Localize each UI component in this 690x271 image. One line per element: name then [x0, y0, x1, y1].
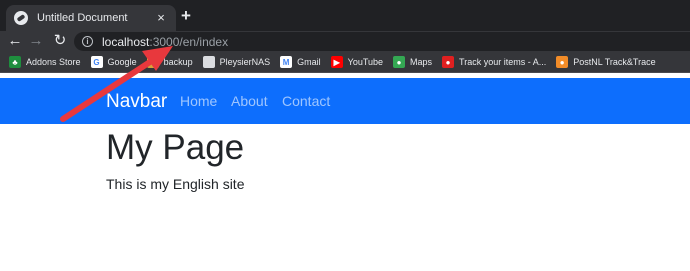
bookmark-label: Gmail: [297, 57, 321, 67]
tab-title: Untitled Document: [37, 12, 128, 24]
nav-link-about[interactable]: About: [231, 93, 268, 109]
puzzle-icon: ♣: [9, 56, 21, 68]
bookmark-label: PostNL Track&Trace: [573, 57, 656, 67]
bookmark-label: Track your items - A...: [459, 57, 547, 67]
page-text: This is my English site: [106, 176, 245, 192]
bookmark-item[interactable]: backup: [146, 56, 193, 68]
bookmark-item[interactable]: ● PostNL Track&Trace: [556, 56, 656, 68]
page-title: My Page: [106, 128, 245, 167]
url-text[interactable]: localhost:3000/en/index: [102, 35, 228, 49]
nav-link-contact[interactable]: Contact: [282, 93, 330, 109]
nav-link-home[interactable]: Home: [180, 93, 217, 109]
bookmark-label: PleysierNAS: [219, 57, 271, 67]
back-button[interactable]: ←: [6, 32, 24, 50]
google-icon: G: [90, 56, 103, 68]
maps-icon: ●: [393, 56, 406, 68]
bookmark-item[interactable]: G Google: [90, 56, 137, 68]
navbar-brand[interactable]: Navbar: [106, 91, 167, 113]
close-icon[interactable]: ×: [154, 11, 168, 25]
bookmark-label: Addons Store: [26, 57, 81, 67]
tab-strip: Untitled Document × +: [0, 0, 690, 31]
reload-button[interactable]: ↻: [51, 32, 69, 50]
nas-icon: [202, 56, 215, 68]
youtube-icon: ▶: [330, 56, 343, 68]
browser-tab[interactable]: Untitled Document ×: [6, 5, 176, 31]
url-path: :3000/en/index: [149, 34, 229, 49]
track-icon: ●: [442, 56, 455, 68]
browser-toolbar: ← → ↻ i localhost:3000/en/index: [0, 31, 690, 52]
bookmark-label: backup: [163, 57, 193, 67]
info-icon[interactable]: i: [82, 36, 93, 47]
globe-icon: [14, 11, 28, 25]
bookmark-label: Maps: [410, 57, 433, 67]
address-bar[interactable]: i localhost:3000/en/index: [74, 32, 690, 51]
postnl-icon: ●: [556, 56, 569, 68]
bookmark-item[interactable]: ♣ Addons Store: [9, 56, 81, 68]
bookmark-label: Google: [107, 57, 137, 67]
forward-button[interactable]: →: [27, 32, 45, 50]
navbar: Navbar Home About Contact: [0, 78, 690, 124]
bookmark-label: YouTube: [347, 57, 384, 67]
bookmark-item[interactable]: ▶ YouTube: [330, 56, 384, 68]
url-host: localhost: [102, 34, 150, 49]
bookmark-item[interactable]: PleysierNAS: [202, 56, 271, 68]
bookmark-item[interactable]: ● Track your items - A...: [442, 56, 546, 68]
new-tab-button[interactable]: +: [177, 7, 195, 25]
bookmarks-bar: ♣ Addons Store G Google backup PleysierNAS M Gm…: [0, 52, 690, 73]
bookmark-item[interactable]: M Gmail: [280, 56, 321, 68]
folder-icon: [146, 56, 159, 68]
bookmark-item[interactable]: ● Maps: [393, 56, 432, 68]
gmail-icon: M: [280, 56, 293, 68]
